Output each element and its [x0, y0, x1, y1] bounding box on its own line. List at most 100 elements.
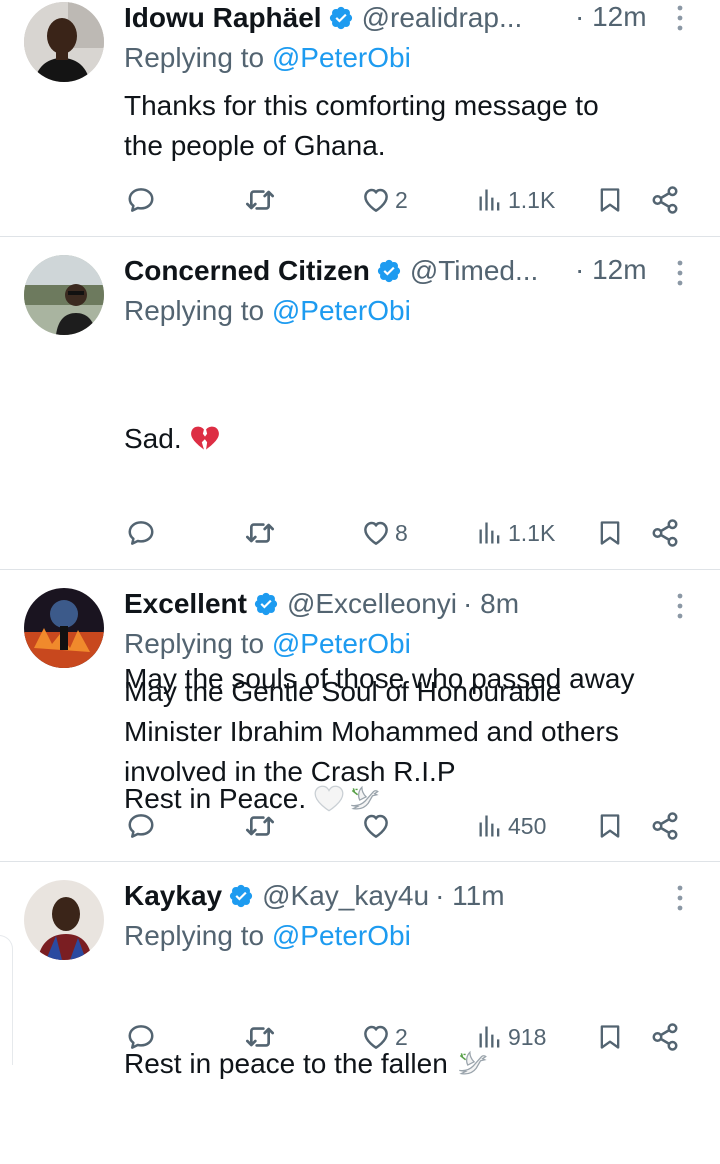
replying-to: Replying to @PeterObi: [124, 920, 411, 952]
tweet[interactable]: Excellent @Excelleonyi · 8m Replying to …: [0, 586, 720, 862]
like-button[interactable]: 2: [361, 1015, 408, 1059]
bookmark-button[interactable]: [596, 511, 624, 555]
bookmark-icon: [596, 518, 624, 548]
share-icon: [650, 518, 680, 548]
more-icon[interactable]: [666, 880, 694, 916]
retweet-button[interactable]: [244, 1015, 276, 1059]
views-button[interactable]: 1.1K: [476, 511, 555, 555]
more-icon[interactable]: [666, 255, 694, 291]
tweet-header: Excellent @Excelleonyi · 8m: [124, 586, 519, 622]
tweet-text: May the Gentle Soul of Honourable Minist…: [124, 676, 619, 787]
reply-icon: [126, 1022, 156, 1052]
tweet-text: Thanks for this comforting message to th…: [124, 90, 599, 161]
tweet[interactable]: Concerned Citizen @Timed... · 12m Replyi…: [0, 253, 720, 814]
tweet[interactable]: Kaykay @Kay_kay4u · 11m Replying to @Pet…: [0, 878, 720, 1079]
display-name[interactable]: Idowu Raphäel: [124, 2, 322, 34]
verified-badge-icon: [328, 5, 354, 31]
retweet-button[interactable]: [244, 804, 276, 848]
like-count: 2: [395, 186, 408, 213]
retweet-button[interactable]: [244, 178, 276, 222]
display-name[interactable]: Excellent: [124, 588, 247, 620]
share-button[interactable]: [650, 511, 680, 555]
reply-button[interactable]: [126, 178, 156, 222]
retweet-icon: [244, 810, 276, 842]
like-icon: [361, 1022, 391, 1052]
timestamp[interactable]: · 12m: [575, 1, 647, 33]
replying-label: Replying to: [124, 42, 265, 73]
reply-button[interactable]: [126, 511, 156, 555]
timestamp[interactable]: · 8m: [463, 588, 519, 620]
more-icon[interactable]: [666, 588, 694, 624]
bookmark-icon: [596, 185, 624, 215]
like-icon: [361, 185, 391, 215]
display-name[interactable]: Kaykay: [124, 880, 222, 912]
views-icon: [476, 1023, 504, 1051]
like-icon: [361, 518, 391, 548]
replying-label: Replying to: [124, 295, 265, 326]
tweet-text-line: Sad.: [124, 423, 182, 454]
views-button[interactable]: 918: [476, 1015, 546, 1059]
views-button[interactable]: 450: [476, 804, 546, 848]
share-button[interactable]: [650, 804, 680, 848]
replying-to: Replying to @PeterObi: [124, 42, 411, 74]
verified-badge-icon: [228, 883, 254, 909]
bookmark-button[interactable]: [596, 178, 624, 222]
bookmark-icon: [596, 1022, 624, 1052]
view-count: 450: [508, 812, 547, 839]
floating-panel-edge: [0, 935, 13, 1065]
mention-link[interactable]: @PeterObi: [272, 920, 411, 951]
action-bar: 8 1.1K: [0, 511, 720, 555]
avatar[interactable]: [24, 880, 104, 960]
mention-link[interactable]: @PeterObi: [272, 628, 411, 659]
view-count: 1.1K: [508, 519, 556, 546]
replying-label: Replying to: [124, 920, 265, 951]
share-icon: [650, 1022, 680, 1052]
broken-heart-emoji: [188, 422, 222, 456]
replying-label: Replying to: [124, 628, 265, 659]
like-icon: [361, 811, 391, 841]
share-button[interactable]: [650, 1015, 680, 1059]
share-icon: [650, 811, 680, 841]
display-name[interactable]: Concerned Citizen: [124, 255, 370, 287]
share-button[interactable]: [650, 178, 680, 222]
views-icon: [476, 812, 504, 840]
reply-button[interactable]: [126, 1015, 156, 1059]
view-count: 1.1K: [508, 186, 556, 213]
tweet-text: Rest in peace to the fallen: [124, 964, 490, 1164]
username[interactable]: @realidrap...: [362, 2, 523, 34]
avatar[interactable]: [24, 2, 104, 82]
bookmark-button[interactable]: [596, 1015, 624, 1059]
timestamp[interactable]: · 11m: [435, 880, 505, 912]
reply-button[interactable]: [126, 804, 156, 848]
tweet[interactable]: Idowu Raphäel @realidrap... · 12m Replyi…: [0, 0, 720, 237]
username[interactable]: @Timed...: [410, 255, 539, 287]
action-bar: 2 1.1K: [0, 178, 720, 222]
retweet-icon: [244, 1021, 276, 1053]
tweet-header: Concerned Citizen @Timed...: [124, 253, 538, 289]
verified-badge-icon: [376, 258, 402, 284]
reply-icon: [126, 518, 156, 548]
retweet-button[interactable]: [244, 511, 276, 555]
retweet-icon: [244, 517, 276, 549]
username[interactable]: @Kay_kay4u: [262, 880, 429, 912]
share-icon: [650, 185, 680, 215]
views-icon: [476, 186, 504, 214]
views-button[interactable]: 1.1K: [476, 178, 555, 222]
more-icon[interactable]: [666, 0, 694, 36]
replying-to: Replying to @PeterObi: [124, 628, 411, 660]
like-count: 2: [395, 1023, 408, 1050]
like-button[interactable]: 2: [361, 178, 408, 222]
avatar[interactable]: [24, 255, 104, 335]
mention-link[interactable]: @PeterObi: [272, 42, 411, 73]
reply-icon: [126, 185, 156, 215]
username[interactable]: @Excelleonyi: [287, 588, 457, 620]
replying-to: Replying to @PeterObi: [124, 295, 411, 327]
like-button[interactable]: [361, 804, 395, 848]
bookmark-button[interactable]: [596, 804, 624, 848]
action-bar: 450: [0, 804, 720, 848]
like-button[interactable]: 8: [361, 511, 408, 555]
like-count: 8: [395, 519, 408, 546]
mention-link[interactable]: @PeterObi: [272, 295, 411, 326]
timestamp[interactable]: · 12m: [575, 254, 647, 286]
avatar[interactable]: [24, 588, 104, 668]
